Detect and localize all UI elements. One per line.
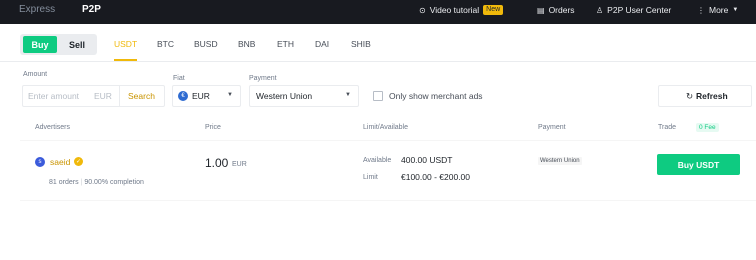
header-trade: Trade [658,124,677,131]
sell-toggle-button[interactable]: Sell [60,36,94,53]
tab-p2p[interactable]: P2P [82,4,101,15]
payment-method-tag: Western Union [538,157,582,165]
active-coin-underline [114,59,137,61]
header-advertisers: Advertisers [35,124,71,131]
payment-select-value: Western Union [256,91,313,101]
amount-divider [119,86,120,106]
header-limit-available: Limit/Available [363,124,409,131]
user-center-link[interactable]: ♙ P2P User Center [596,5,671,15]
fiat-label: Fiat [173,75,185,82]
chevron-down-icon: ▼ [227,92,233,98]
orders-link[interactable]: ▤ Orders [537,5,575,15]
buy-toggle-button[interactable]: Buy [23,36,57,53]
more-dots-icon: ⋮ [697,5,705,15]
verified-merchant-icon: ✓ [74,157,83,166]
order-count: 81 orders [49,179,79,186]
limit-label: Limit [363,174,378,181]
coin-tab-usdt[interactable]: USDT [114,39,137,49]
row-divider [20,200,756,201]
coin-tab-busd[interactable]: BUSD [194,39,218,49]
amount-currency: EUR [94,91,112,101]
available-label: Available [363,157,392,164]
play-circle-icon: ⊙ [419,5,426,15]
amount-search-button[interactable]: Search [128,91,155,101]
coin-tab-dai[interactable]: DAI [315,39,329,49]
merchant-only-label: Only show merchant ads [389,91,483,101]
available-value: 400.00 USDT [401,155,453,165]
refresh-icon: ↻ [686,91,694,101]
more-label: More [709,5,729,15]
user-icon: ♙ [596,5,604,15]
more-menu[interactable]: ⋮ More ▼ [697,5,738,15]
video-tutorial-link[interactable]: ⊙ Video tutorial New [419,5,504,15]
advertiser-name[interactable]: saeid [50,157,70,167]
amount-placeholder: Enter amount [28,91,80,101]
limit-value: €100.00 - €200.00 [401,172,471,182]
coin-tab-eth[interactable]: ETH [277,39,294,49]
merchant-only-checkbox[interactable] [373,91,383,101]
video-tutorial-label: Video tutorial [429,5,480,15]
price-value: 1.00 [205,156,229,170]
header-payment: Payment [538,124,566,131]
document-icon: ▤ [537,5,545,15]
new-badge: New [483,5,504,15]
orders-label: Orders [548,5,575,15]
payment-label: Payment [249,75,277,82]
chevron-down-icon: ▼ [732,7,739,13]
chevron-down-icon: ▼ [345,92,351,98]
advertiser-stats: 81 orders | 90.00% completion [49,179,144,186]
tab-express[interactable]: Express [19,4,55,15]
coin-tab-btc[interactable]: BTC [157,39,174,49]
refresh-label: Refresh [696,91,728,101]
coin-tab-shib[interactable]: SHIB [351,39,371,49]
amount-label: Amount [23,71,48,78]
fiat-select-value: EUR [192,91,210,101]
zero-fee-badge: 0 Fee [696,123,719,132]
user-center-label: P2P User Center [607,5,672,15]
header-divider [20,140,756,141]
header-price: Price [205,124,221,131]
coin-tab-bnb[interactable]: BNB [238,39,255,49]
price-currency: EUR [232,161,247,168]
buy-usdt-button[interactable]: Buy USDT [657,154,740,175]
completion-rate: 90.00% completion [84,179,144,186]
avatar[interactable]: s [35,157,45,167]
stats-separator: | [80,179,83,186]
euro-icon: € [178,91,188,101]
